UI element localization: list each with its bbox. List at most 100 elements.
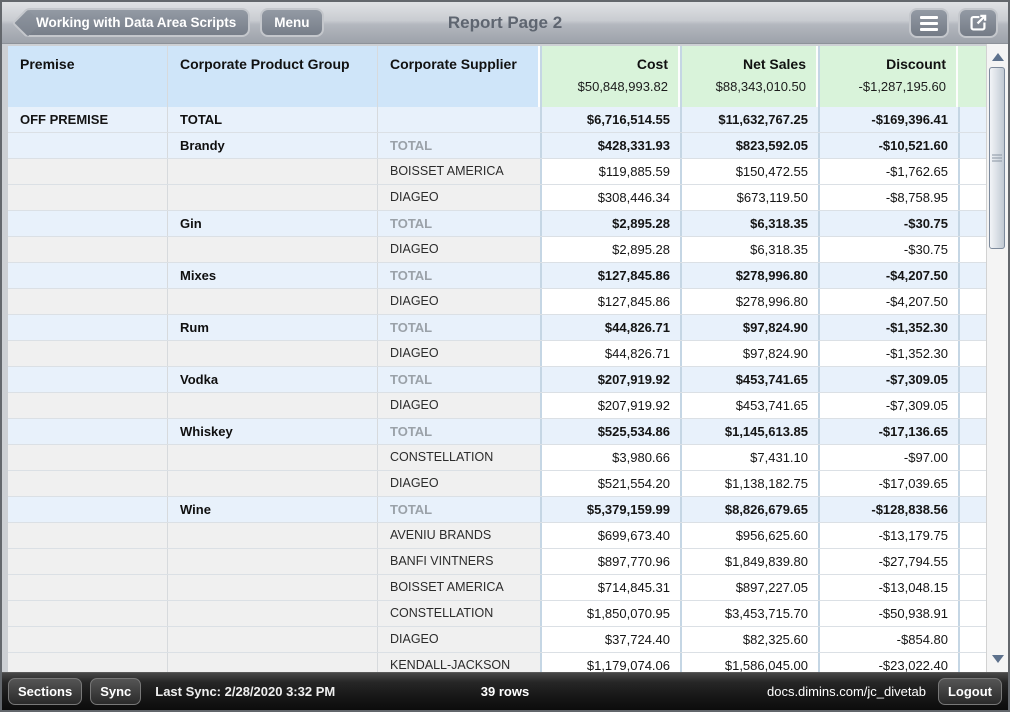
export-button[interactable] — [958, 8, 998, 38]
scroll-down-button[interactable] — [987, 650, 1008, 668]
table-row[interactable]: DIAGEO$2,895.28$6,318.35-$30.75 — [8, 237, 986, 263]
cell-supplier: CONSTELLATION — [378, 445, 540, 470]
scroll-down-icon — [992, 655, 1004, 663]
logout-button[interactable]: Logout — [938, 678, 1002, 705]
cell-cost: $207,919.92 — [540, 367, 680, 392]
table-row[interactable]: VodkaTOTAL$207,919.92$453,741.65-$7,309.… — [8, 367, 986, 393]
table-row[interactable]: WhiskeyTOTAL$525,534.86$1,145,613.85-$17… — [8, 419, 986, 445]
cell-cost: $521,554.20 — [540, 471, 680, 496]
menu-button-label: Menu — [274, 15, 309, 30]
cell-discount: -$50,938.91 — [818, 601, 958, 626]
list-menu-button[interactable] — [909, 8, 949, 38]
cell-group — [168, 289, 378, 314]
grand-total-cost: $50,848,993.82 — [554, 72, 668, 94]
cell-supplier: DIAGEO — [378, 289, 540, 314]
table-row[interactable]: CONSTELLATION$1,850,070.95$3,453,715.70-… — [8, 601, 986, 627]
column-header-cost: Cost $50,848,993.82 — [540, 46, 680, 107]
table-row[interactable]: WineTOTAL$5,379,159.99$8,826,679.65-$128… — [8, 497, 986, 523]
cell-net_sales: $823,592.05 — [680, 133, 818, 158]
table-row[interactable]: BOISSET AMERICA$714,845.31$897,227.05-$1… — [8, 575, 986, 601]
table-row[interactable]: RumTOTAL$44,826.71$97,824.90-$1,352.30 — [8, 315, 986, 341]
grand-total-net-sales: $88,343,010.50 — [694, 72, 806, 94]
column-header-net-sales: Net Sales $88,343,010.50 — [680, 46, 818, 107]
cell-supplier: TOTAL — [378, 211, 540, 236]
cell-discount: -$8,758.95 — [818, 185, 958, 210]
cell-premise — [8, 497, 168, 522]
cell-filler — [958, 471, 986, 496]
column-header-discount: Discount -$1,287,195.60 — [818, 46, 958, 107]
table-row[interactable]: DIAGEO$521,554.20$1,138,182.75-$17,039.6… — [8, 471, 986, 497]
cell-group — [168, 159, 378, 184]
cell-net_sales: $82,325.60 — [680, 627, 818, 652]
column-header-supplier: Corporate Supplier — [378, 46, 540, 107]
cell-premise — [8, 575, 168, 600]
table-row[interactable]: DIAGEO$308,446.34$673,119.50-$8,758.95 — [8, 185, 986, 211]
top-bar: Working with Data Area Scripts Menu Repo… — [2, 2, 1008, 44]
cell-supplier: DIAGEO — [378, 341, 540, 366]
cell-supplier: TOTAL — [378, 367, 540, 392]
cell-discount: -$1,352.30 — [818, 341, 958, 366]
cell-group — [168, 341, 378, 366]
table-header: Premise Corporate Product Group Corporat… — [8, 46, 986, 107]
cell-group — [168, 471, 378, 496]
cell-discount: -$17,039.65 — [818, 471, 958, 496]
cell-premise — [8, 367, 168, 392]
sections-button-label: Sections — [18, 684, 72, 699]
cell-cost: $127,845.86 — [540, 289, 680, 314]
table-row[interactable]: BANFI VINTNERS$897,770.96$1,849,839.80-$… — [8, 549, 986, 575]
table-row[interactable]: AVENIU BRANDS$699,673.40$956,625.60-$13,… — [8, 523, 986, 549]
cell-premise — [8, 653, 168, 672]
cell-filler — [958, 107, 986, 132]
table-row[interactable]: DIAGEO$207,919.92$453,741.65-$7,309.05 — [8, 393, 986, 419]
cell-group — [168, 237, 378, 262]
cell-supplier: TOTAL — [378, 497, 540, 522]
table-row[interactable]: DIAGEO$127,845.86$278,996.80-$4,207.50 — [8, 289, 986, 315]
cell-group: Wine — [168, 497, 378, 522]
table-row[interactable]: GinTOTAL$2,895.28$6,318.35-$30.75 — [8, 211, 986, 237]
back-button[interactable]: Working with Data Area Scripts — [22, 8, 250, 37]
cell-discount: -$4,207.50 — [818, 263, 958, 288]
cell-supplier — [378, 107, 540, 132]
cell-cost: $37,724.40 — [540, 627, 680, 652]
table-row[interactable]: DIAGEO$37,724.40$82,325.60-$854.80 — [8, 627, 986, 653]
export-icon — [967, 12, 989, 34]
cell-net_sales: $897,227.05 — [680, 575, 818, 600]
column-header-product-group: Corporate Product Group — [168, 46, 378, 107]
table-row[interactable]: BOISSET AMERICA$119,885.59$150,472.55-$1… — [8, 159, 986, 185]
cell-discount: -$169,396.41 — [818, 107, 958, 132]
back-button-label: Working with Data Area Scripts — [36, 15, 236, 30]
cell-premise: OFF PREMISE — [8, 107, 168, 132]
cell-supplier: TOTAL — [378, 133, 540, 158]
cell-net_sales: $956,625.60 — [680, 523, 818, 548]
table-row[interactable]: DIAGEO$44,826.71$97,824.90-$1,352.30 — [8, 341, 986, 367]
cell-supplier: KENDALL-JACKSON — [378, 653, 540, 672]
cell-supplier: BANFI VINTNERS — [378, 549, 540, 574]
table-row[interactable]: CONSTELLATION$3,980.66$7,431.10-$97.00 — [8, 445, 986, 471]
cell-filler — [958, 263, 986, 288]
cell-net_sales: $1,145,613.85 — [680, 419, 818, 444]
sync-button[interactable]: Sync — [90, 678, 141, 705]
table-row[interactable]: BrandyTOTAL$428,331.93$823,592.05-$10,52… — [8, 133, 986, 159]
cell-discount: -$854.80 — [818, 627, 958, 652]
cell-discount: -$30.75 — [818, 237, 958, 262]
menu-button[interactable]: Menu — [260, 8, 323, 37]
cell-cost: $308,446.34 — [540, 185, 680, 210]
cell-discount: -$30.75 — [818, 211, 958, 236]
sync-button-label: Sync — [100, 684, 131, 699]
cell-cost: $44,826.71 — [540, 315, 680, 340]
cell-premise — [8, 471, 168, 496]
cell-group — [168, 185, 378, 210]
table-row[interactable]: OFF PREMISETOTAL$6,716,514.55$11,632,767… — [8, 107, 986, 133]
cell-cost: $699,673.40 — [540, 523, 680, 548]
table-row[interactable]: KENDALL-JACKSON$1,179,074.06$1,586,045.0… — [8, 653, 986, 672]
cell-filler — [958, 497, 986, 522]
cell-filler — [958, 341, 986, 366]
vertical-scrollbar[interactable] — [986, 44, 1008, 672]
cell-filler — [958, 367, 986, 392]
sections-button[interactable]: Sections — [8, 678, 82, 705]
cell-cost: $44,826.71 — [540, 341, 680, 366]
table-row[interactable]: MixesTOTAL$127,845.86$278,996.80-$4,207.… — [8, 263, 986, 289]
cell-group: TOTAL — [168, 107, 378, 132]
scrollbar-thumb[interactable] — [989, 67, 1005, 249]
scroll-up-button[interactable] — [987, 48, 1008, 66]
